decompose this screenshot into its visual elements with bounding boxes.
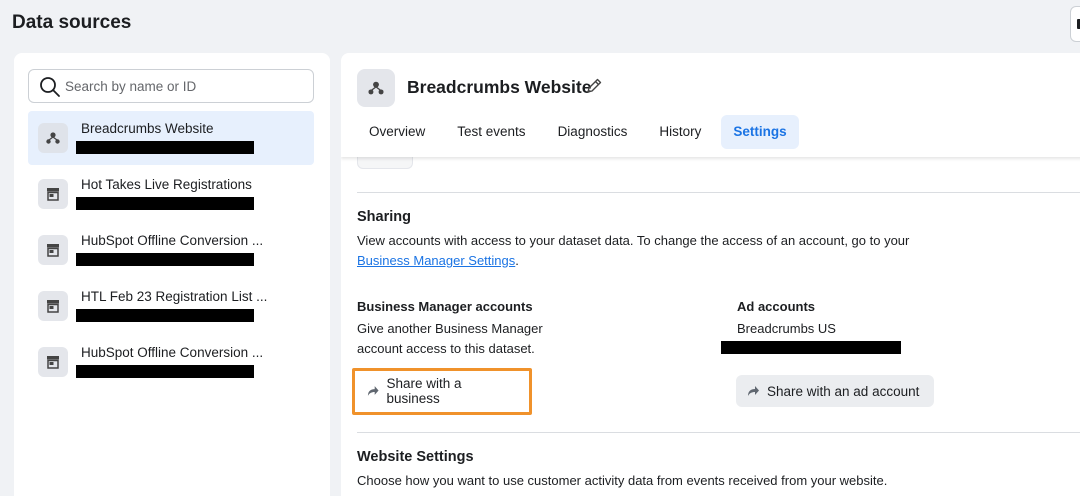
share-arrow-icon	[367, 386, 379, 396]
share-arrow-icon	[748, 386, 759, 396]
ad-accounts-title: Ad accounts	[737, 299, 816, 314]
dataset-header: Breadcrumbs Website Overview Test events…	[341, 53, 1080, 157]
store-icon	[38, 179, 68, 209]
sharing-title: Sharing	[357, 209, 411, 225]
tab-diagnostics[interactable]: Diagnostics	[546, 115, 640, 149]
website-settings-description: Choose how you want to use customer acti…	[357, 473, 888, 488]
source-item[interactable]: HubSpot Offline Conversion ...	[28, 335, 314, 389]
business-manager-settings-link[interactable]: Business Manager Settings	[357, 253, 515, 268]
source-item[interactable]: HTL Feb 23 Registration List ...	[28, 279, 314, 333]
redacted-id	[76, 141, 254, 154]
dataset-icon	[38, 123, 68, 153]
source-name: HubSpot Offline Conversion ...	[81, 233, 264, 248]
data-sources-list-panel: Breadcrumbs Website Hot Takes Live Regis…	[14, 53, 330, 496]
top-right-button[interactable]	[1070, 6, 1080, 42]
share-with-business-button[interactable]: Share with a business	[356, 375, 528, 407]
pencil-icon[interactable]	[585, 77, 603, 95]
tab-bar: Overview Test events Diagnostics History…	[357, 115, 807, 149]
ad-account-name: Breadcrumbs US	[737, 321, 836, 336]
source-name: HTL Feb 23 Registration List ...	[81, 289, 268, 304]
sharing-description-text: View accounts with access to your datase…	[357, 233, 910, 248]
search-box[interactable]	[28, 69, 314, 103]
divider	[357, 192, 1080, 193]
search-icon	[40, 77, 60, 97]
redacted-id	[76, 309, 254, 322]
search-input[interactable]	[65, 70, 309, 102]
bm-line1: Give another Business Manager	[357, 321, 543, 336]
tab-history[interactable]: History	[647, 115, 713, 149]
source-item[interactable]: Hot Takes Live Registrations	[28, 167, 314, 221]
store-icon	[38, 347, 68, 377]
link-suffix: .	[515, 253, 519, 268]
tab-settings[interactable]: Settings	[721, 115, 799, 149]
bm-accounts-title: Business Manager accounts	[357, 299, 533, 314]
tab-test-events[interactable]: Test events	[445, 115, 537, 149]
sharing-description: View accounts with access to your datase…	[357, 231, 957, 271]
share-with-ad-account-button[interactable]: Share with an ad account	[736, 375, 934, 407]
redacted-id	[76, 365, 254, 378]
page-title: Data sources	[12, 12, 132, 33]
redacted-ad-account-id	[721, 341, 901, 354]
source-item[interactable]: HubSpot Offline Conversion ...	[28, 223, 314, 277]
store-icon	[38, 291, 68, 321]
source-list: Breadcrumbs Website Hot Takes Live Regis…	[28, 111, 314, 391]
source-name: Hot Takes Live Registrations	[81, 177, 252, 192]
source-item[interactable]: Breadcrumbs Website	[28, 111, 314, 165]
source-name: HubSpot Offline Conversion ...	[81, 345, 264, 360]
tab-overview[interactable]: Overview	[357, 115, 437, 149]
share-with-ad-account-label: Share with an ad account	[767, 383, 920, 399]
dataset-title: Breadcrumbs Website	[407, 77, 592, 97]
website-settings-title: Website Settings	[357, 449, 474, 465]
dataset-icon	[357, 69, 395, 107]
redacted-id	[76, 197, 254, 210]
source-name: Breadcrumbs Website	[81, 121, 214, 136]
redacted-id	[76, 253, 254, 266]
share-with-business-label: Share with a business	[386, 376, 462, 406]
scrolled-button-edge	[357, 157, 413, 169]
bm-line2: account access to this dataset.	[357, 341, 535, 356]
dataset-detail-panel: Breadcrumbs Website Overview Test events…	[341, 53, 1080, 496]
store-icon	[38, 235, 68, 265]
bm-accounts-description: Give another Business Manager account ac…	[357, 319, 617, 359]
divider	[357, 432, 1080, 433]
